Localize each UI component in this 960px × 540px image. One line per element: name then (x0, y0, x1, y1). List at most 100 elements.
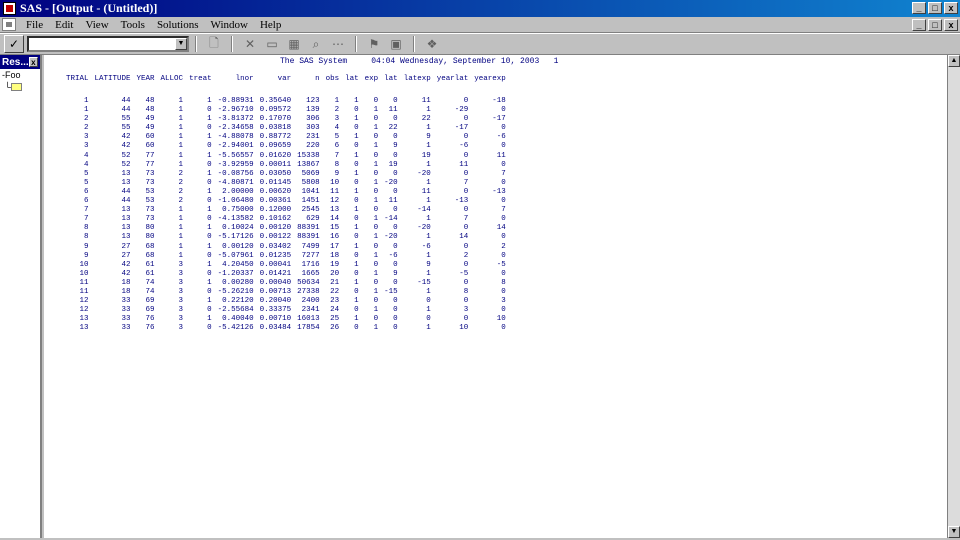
table-cell: 1 (354, 187, 359, 196)
table-cell: 16013 (297, 315, 320, 324)
toolbar-separator (355, 36, 357, 52)
output-window[interactable]: The SAS System 04:04 Wednesday, Septembe… (44, 55, 947, 538)
tree-item-label: Foo (5, 70, 21, 80)
chevron-down-icon[interactable]: ▼ (175, 38, 187, 50)
table-cell: 1 (426, 178, 431, 187)
table-cell: 4.20450 (222, 260, 254, 269)
cut-icon[interactable]: ✕ (242, 36, 258, 52)
table-cell: 42 (121, 142, 131, 151)
scroll-up-icon[interactable]: ▲ (948, 55, 960, 67)
output-table: TRIAL LATITUDE YEAR ALLOC treat lnor var n obs la… (64, 75, 510, 333)
table-cell: 20 (330, 269, 340, 278)
mdi-minimize-button[interactable]: _ (912, 19, 926, 31)
table-cell: 74 (145, 287, 155, 296)
command-input[interactable]: ▼ (27, 36, 189, 52)
table-cell: 1 (178, 224, 184, 233)
tree-item[interactable]: - Foo (0, 69, 40, 81)
table-cell: 0 (501, 251, 506, 260)
table-cell: 8 (334, 160, 340, 169)
table-cell: 3 (84, 133, 89, 142)
table-cell: 1 (207, 315, 212, 324)
table-cell: 33 (121, 306, 131, 315)
minimize-button[interactable]: _ (912, 2, 926, 14)
table-row: 4 52 77 1 0 -3.92959 0.00011 13867 8 0 1 19 1 11 0 (64, 161, 510, 170)
table-cell: 629 (306, 215, 320, 224)
table-cell: 0.00120 (259, 224, 292, 233)
table-cell: 0 (463, 297, 469, 306)
table-row: 6 44 53 2 0 -1.06480 0.00361 1451 12 0 1 11 1 -13 0 (64, 197, 510, 206)
table-cell: 1 (207, 260, 212, 269)
open-icon[interactable]: ▣ (388, 36, 404, 52)
close-button[interactable]: x (944, 2, 958, 14)
menu-view[interactable]: View (79, 19, 114, 31)
sas-app-icon[interactable] (3, 2, 16, 15)
table-header-row: TRIAL LATITUDE YEAR ALLOC treat lnor var n obs la… (64, 75, 510, 97)
menu-tools[interactable]: Tools (115, 19, 151, 31)
table-cell: 0.00361 (259, 197, 292, 206)
table-cell: 9 (334, 169, 340, 178)
tree-item-child[interactable]: └ (0, 81, 40, 93)
table-row: 7 13 73 1 0 -4.13582 0.10162 629 14 0 1 -14 1 7 0 (64, 215, 510, 224)
document-icon[interactable] (2, 18, 16, 31)
table-row: 7 13 73 1 1 0.75000 0.12000 2545 13 1 0 0 -14 0 7 (64, 206, 510, 215)
menu-file[interactable]: File (20, 19, 49, 31)
help-icon[interactable]: ❖ (424, 36, 440, 52)
copy-icon[interactable]: ▭ (264, 36, 280, 52)
table-cell: 0 (393, 224, 398, 233)
table-cell: 14 (330, 215, 340, 224)
table-cell: 1 (178, 115, 184, 124)
table-cell: 0 (373, 206, 379, 215)
table-cell: 13867 (297, 160, 320, 169)
table-cell: 0 (393, 169, 398, 178)
vertical-scrollbar[interactable]: ▲ ▼ (947, 55, 960, 538)
table-cell: 8 (463, 287, 469, 296)
table-cell: 0 (207, 324, 212, 333)
table-cell: 0 (501, 324, 506, 333)
find-icon[interactable]: ⌕ (308, 36, 324, 52)
table-cell: 1 (178, 251, 184, 260)
table-cell: 2 (463, 251, 469, 260)
table-cell: 9 (393, 269, 398, 278)
table-cell: 0 (354, 142, 359, 151)
table-cell: -2.34658 (217, 124, 254, 133)
table-cell: 6 (84, 197, 89, 206)
menu-help[interactable]: Help (254, 19, 287, 31)
table-cell: -20 (384, 233, 398, 242)
table-cell: 5069 (301, 169, 320, 178)
column-header: ALLOC (160, 75, 184, 83)
table-cell: 1 (178, 233, 184, 242)
results-close-icon[interactable]: x (28, 57, 38, 67)
table-cell: 1 (207, 97, 212, 105)
table-cell: 0 (501, 269, 506, 278)
menu-window[interactable]: Window (205, 19, 254, 31)
column-header: yearexp (474, 75, 506, 83)
table-cell: 9 (426, 133, 431, 142)
table-cell: 25 (330, 315, 340, 324)
menu-solutions[interactable]: Solutions (151, 19, 205, 31)
table-cell: 77 (145, 160, 155, 169)
table-cell: 0.00122 (259, 233, 292, 242)
paste-icon[interactable]: ▦ (286, 36, 302, 52)
table-cell: 1 (354, 260, 359, 269)
mdi-close-button[interactable]: x (944, 19, 958, 31)
submit-icon[interactable]: ⚑ (366, 36, 382, 52)
menu-edit[interactable]: Edit (49, 19, 79, 31)
table-cell: 3 (178, 306, 184, 315)
maximize-button[interactable]: □ (928, 2, 942, 14)
table-cell: 69 (145, 306, 155, 315)
table-cell: 0 (354, 233, 359, 242)
check-icon[interactable]: ✓ (4, 35, 24, 53)
table-cell: -18 (492, 97, 506, 105)
explorer-icon[interactable]: ⋯ (330, 36, 346, 52)
table-cell: 1 (354, 242, 359, 251)
scroll-down-icon[interactable]: ▼ (948, 526, 960, 538)
table-cell: 61 (145, 260, 155, 269)
new-icon[interactable]: 🗋 (206, 36, 222, 52)
table-cell: 0 (463, 260, 469, 269)
mdi-restore-button[interactable]: □ (928, 19, 942, 31)
table-cell: 6 (334, 142, 340, 151)
table-cell: 88391 (297, 233, 320, 242)
table-cell: 4 (334, 124, 340, 133)
table-row: 11 18 74 3 1 0.00280 0.00040 50634 21 1 0 0 -15 0 8 (64, 279, 510, 288)
table-cell: 1 (207, 224, 212, 233)
